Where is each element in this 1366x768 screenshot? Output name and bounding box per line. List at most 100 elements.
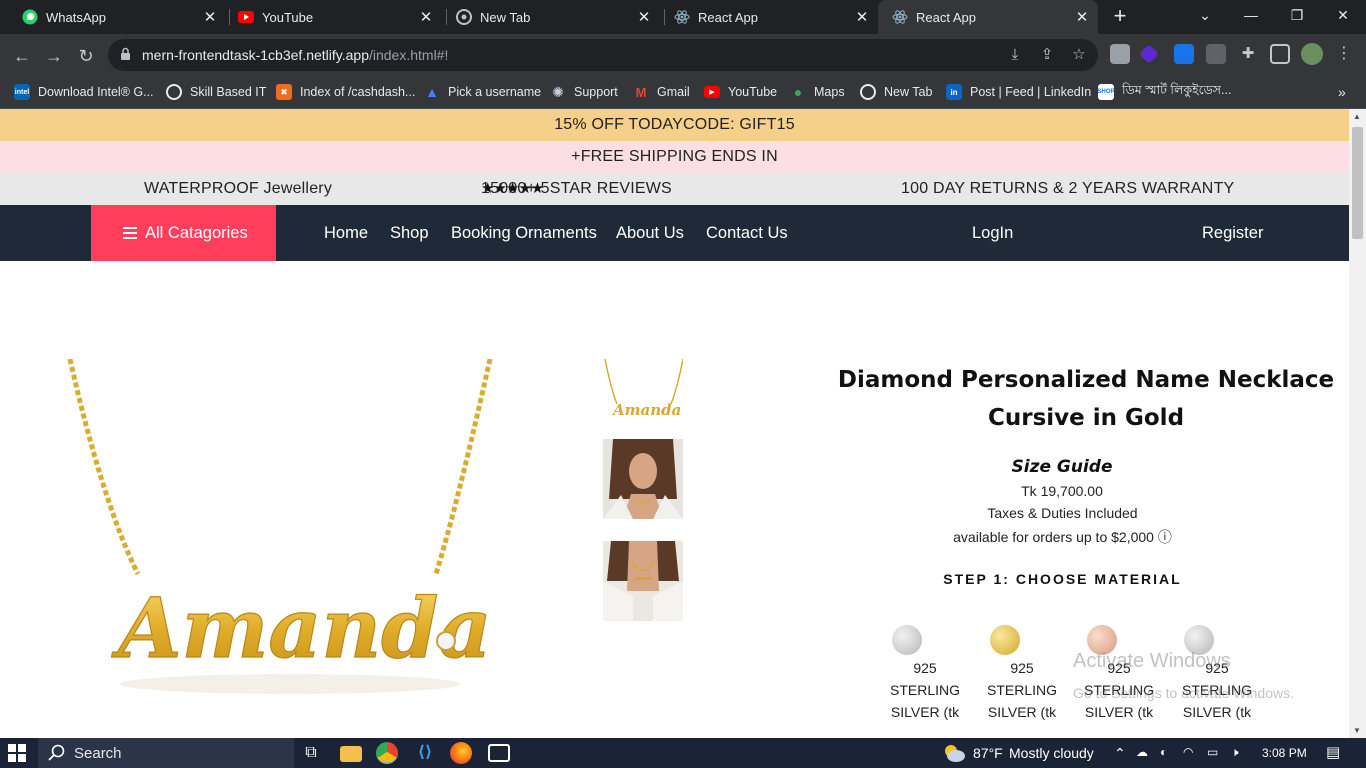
bookmark-item[interactable]: ✖ Index of /cashdash...	[276, 82, 415, 102]
bookmark-label: Gmail	[657, 85, 690, 99]
bookmark-item[interactable]: Skill Based IT	[166, 82, 266, 102]
nav-booking-ornaments[interactable]: Booking Ornaments	[451, 205, 597, 261]
bookmark-item[interactable]: New Tab	[860, 82, 932, 102]
chevron-up-icon[interactable]: ⌃	[1114, 745, 1126, 762]
close-tab-icon[interactable]: ✕	[416, 8, 436, 26]
login-link[interactable]: LogIn	[972, 205, 1013, 261]
extension-icon[interactable]	[1110, 44, 1130, 64]
notifications-icon[interactable]: ▤	[1326, 743, 1340, 761]
more-bookmarks-icon[interactable]: »	[1338, 82, 1346, 102]
minimize-icon[interactable]: —	[1228, 0, 1274, 32]
side-panel-icon[interactable]	[1270, 44, 1290, 64]
thumbnail-necklace[interactable]: Amanda	[603, 359, 683, 439]
returns-text: 100 DAY RETURNS & 2 YEARS WARRANTY	[901, 180, 1235, 197]
thumbnail-model-neck[interactable]	[603, 541, 683, 621]
avatar[interactable]	[1301, 43, 1323, 65]
material-swatch-gold[interactable]	[990, 625, 1020, 655]
all-categories-button[interactable]: All Catagories	[91, 205, 276, 261]
task-view-icon[interactable]: ⧉	[300, 742, 322, 764]
youtube-icon: ▶	[704, 86, 720, 98]
photos-icon[interactable]	[488, 744, 510, 762]
vscode-icon[interactable]: ⟨⟩	[414, 742, 436, 764]
taskbar-search[interactable]: Search	[38, 738, 294, 768]
bookmark-label: Maps	[814, 85, 845, 99]
windows-start-icon[interactable]	[8, 744, 26, 762]
tab-new-tab[interactable]: New Tab ✕	[442, 0, 660, 34]
camera-extension-icon[interactable]	[1206, 44, 1226, 64]
tab-whatsapp[interactable]: WhatsApp ✕	[8, 0, 226, 34]
share-icon[interactable]: ⇪	[1038, 46, 1056, 64]
clock-time[interactable]: 3:08 PM	[1262, 746, 1307, 760]
cloudy-weather-icon	[942, 743, 966, 768]
close-tab-icon[interactable]: ✕	[634, 8, 654, 26]
browser-chrome: WhatsApp ✕ YouTube ✕ New Tab ✕ React App…	[0, 0, 1366, 109]
new-tab-button[interactable]: +	[1108, 4, 1132, 28]
page-scrollbar[interactable]: ▲ ▼	[1349, 109, 1366, 738]
material-swatch-silver[interactable]	[892, 625, 922, 655]
size-guide-link[interactable]: Size Guide	[962, 457, 1162, 477]
bookmark-star-icon[interactable]: ☆	[1070, 46, 1088, 64]
close-tab-icon[interactable]: ✕	[852, 8, 872, 26]
address-bar[interactable]: mern-frontendtask-1cb3ef.netlify.app/ind…	[108, 39, 1098, 71]
meet-icon[interactable]: ◐	[1160, 745, 1167, 759]
bookmark-label: Index of /cashdash...	[300, 85, 416, 99]
bookmark-item[interactable]: in Post | Feed | LinkedIn	[946, 82, 1091, 102]
product-title: Diamond Personalized Name Necklace Cursi…	[837, 367, 1335, 431]
weather-temperature[interactable]: 87°F	[973, 745, 1003, 761]
reload-icon[interactable]: ↻	[72, 42, 100, 70]
battery-icon[interactable]: ▭	[1207, 745, 1218, 759]
extension-icon[interactable]	[1174, 44, 1194, 64]
activate-windows-watermark: Activate Windows	[1073, 650, 1231, 672]
bookmark-item[interactable]: ✺ Support	[550, 82, 618, 102]
scroll-down-icon[interactable]: ▼	[1353, 726, 1361, 735]
bookmark-label: ডিম স্মার্ট লিকুইডেস...	[1122, 83, 1232, 97]
bookmark-label: Support	[574, 85, 618, 99]
bookmark-item[interactable]: ▲ Pick a username	[424, 82, 541, 102]
extension-icon[interactable]	[1139, 44, 1159, 64]
bookmark-item[interactable]: M Gmail	[633, 82, 690, 102]
install-app-icon[interactable]: ⤓	[1006, 46, 1024, 64]
nav-about-us[interactable]: About Us	[616, 205, 684, 261]
bookmark-item[interactable]: ▶ YouTube	[704, 82, 777, 102]
tab-youtube[interactable]: YouTube ✕	[224, 0, 442, 34]
maps-icon: ●	[793, 84, 803, 100]
bookmark-item[interactable]: SHOP ডিম স্মার্ট লিকুইডেস...	[1098, 82, 1231, 102]
shipping-bar: +FREE SHIPPING ENDS IN	[0, 141, 1349, 173]
tab-react-app-active[interactable]: React App ✕	[878, 0, 1098, 34]
promo-code-text: 15% OFF TODAYCODE: GIFT15	[554, 116, 795, 133]
scrollbar-thumb[interactable]	[1352, 127, 1363, 239]
pick-icon: ▲	[425, 84, 439, 100]
tab-react-app[interactable]: React App ✕	[660, 0, 878, 34]
product-main-image[interactable]: Amanda	[60, 358, 500, 738]
thumbnail-model-face[interactable]	[603, 439, 683, 519]
nav-home[interactable]: Home	[324, 205, 368, 261]
close-window-icon[interactable]: ✕	[1320, 0, 1366, 32]
close-tab-icon[interactable]: ✕	[1072, 8, 1092, 26]
restore-icon[interactable]: ❐	[1274, 0, 1320, 32]
shipping-text: +FREE SHIPPING ENDS IN	[571, 148, 778, 165]
menu-kebab-icon[interactable]: ⋮	[1334, 44, 1354, 64]
register-link[interactable]: Register	[1202, 205, 1263, 261]
volume-muted-icon[interactable]: 🕨	[1231, 745, 1239, 760]
back-icon[interactable]: ←	[8, 42, 36, 70]
bookmark-item[interactable]: ● Maps	[790, 82, 845, 102]
weather-description[interactable]: Mostly cloudy	[1009, 745, 1094, 761]
chrome-taskbar-icon[interactable]	[376, 742, 398, 764]
bookmark-item[interactable]: intel Download Intel® G...	[14, 82, 154, 102]
tab-title: React App	[916, 9, 976, 25]
product-price: Tk 19,700.00	[1021, 483, 1103, 499]
tab-title: React App	[698, 9, 758, 25]
nav-contact-us[interactable]: Contact Us	[706, 205, 788, 261]
close-tab-icon[interactable]: ✕	[200, 8, 220, 26]
wifi-icon[interactable]: ◠	[1183, 745, 1193, 759]
nav-shop[interactable]: Shop	[390, 205, 429, 261]
bookmark-label: Download Intel® G...	[38, 85, 154, 99]
scroll-up-icon[interactable]: ▲	[1353, 112, 1361, 121]
puzzle-icon[interactable]: ✚	[1238, 44, 1258, 64]
firefox-icon[interactable]	[450, 742, 472, 764]
shop-icon: SHOP	[1098, 84, 1115, 100]
file-explorer-icon[interactable]	[340, 746, 362, 762]
onedrive-icon[interactable]: ☁	[1136, 745, 1148, 759]
forward-icon[interactable]: →	[40, 42, 68, 70]
tab-search-icon[interactable]: ⌄	[1182, 0, 1228, 32]
